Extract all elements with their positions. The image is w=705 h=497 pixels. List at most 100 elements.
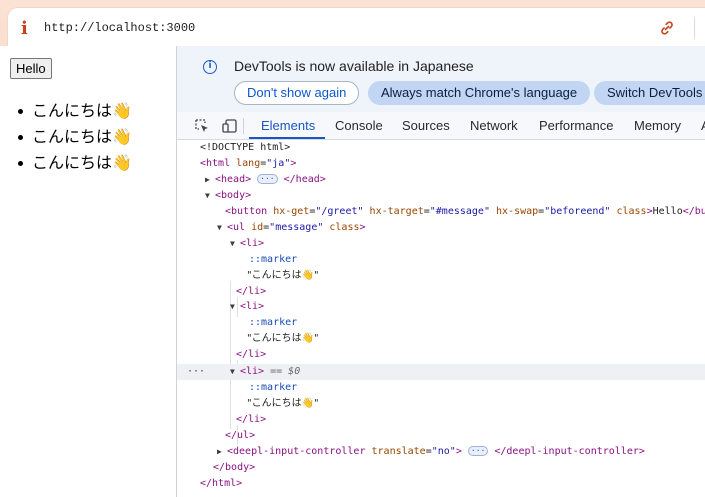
inspect-element-icon[interactable] [194, 118, 210, 134]
tag-text: <li> [240, 301, 265, 312]
list-item: こんにちは👋 [18, 124, 132, 150]
browser-window: i http://localhost:3000 Hello こんにちは👋 こんに… [0, 0, 705, 497]
dom-node-body-close[interactable]: </body> [177, 460, 705, 476]
content-area: Hello こんにちは👋 こんにちは👋 こんにちは👋 i DevTools is… [0, 46, 705, 497]
dom-node-li-close[interactable]: </li> [177, 412, 705, 428]
attr-value: "no" [431, 446, 456, 457]
node-actions-icon[interactable]: ··· [187, 364, 205, 380]
attr-name: translate [371, 446, 426, 457]
dom-node-li-close[interactable]: </li> [177, 347, 705, 363]
dom-node-li-close[interactable]: </li> [177, 284, 705, 300]
tab-separator [243, 118, 244, 134]
dom-node-marker[interactable]: ::marker [177, 380, 705, 396]
dom-node-html-close[interactable]: </html> [177, 476, 705, 492]
attr-value: "beforeend" [544, 206, 611, 217]
expand-triangle-icon[interactable]: ▶ [217, 444, 227, 460]
language-infobar: i DevTools is now available in Japanese … [177, 46, 705, 112]
info-circle-icon: i [203, 60, 217, 74]
collapse-triangle-icon[interactable]: ▼ [230, 236, 240, 252]
toolbar-divider [694, 17, 695, 39]
address-bar[interactable]: i http://localhost:3000 [8, 8, 705, 48]
collapsed-ellipsis[interactable]: ··· [257, 174, 278, 184]
tag-text: <deepl-input-controller [227, 446, 366, 457]
dom-node-doctype[interactable]: <!DOCTYPE html> [177, 140, 705, 156]
text-node: "こんにちは👋" [247, 270, 319, 281]
dom-text-node[interactable]: "こんにちは👋" [177, 396, 705, 412]
tab-network[interactable]: Network [470, 118, 518, 133]
infobar-message: DevTools is now available in Japanese [234, 58, 474, 74]
collapse-triangle-icon[interactable]: ▼ [217, 220, 227, 236]
dont-show-again-button[interactable]: Don't show again [234, 81, 360, 105]
link-icon[interactable] [659, 20, 675, 36]
attr-name: hx-get [273, 206, 310, 217]
tag-text: <head> [215, 174, 252, 185]
dom-node-li[interactable]: ▼ <li> [177, 236, 705, 252]
tag-text: </li> [236, 286, 267, 297]
dom-node-li[interactable]: ▼ <li> [177, 299, 705, 315]
selected-node-marker: == $0 [270, 366, 301, 377]
tag-text: </ul> [225, 430, 256, 441]
dom-node-ul[interactable]: ▼ <ul id="message" class> [177, 220, 705, 236]
dom-node-li-selected[interactable]: ··· ▼ <li> == $0 [177, 364, 705, 380]
dom-node-head[interactable]: ▶ <head> ··· </head> [177, 172, 705, 188]
list-item: こんにちは👋 [18, 150, 132, 176]
text-node: "こんにちは👋" [247, 398, 319, 409]
attr-value: "message" [269, 222, 324, 233]
url-text[interactable]: http://localhost:3000 [44, 21, 195, 35]
text-node: "こんにちは👋" [247, 333, 319, 344]
devtools-tabbar: Elements Console Sources Network Perform… [177, 112, 705, 140]
dom-node-body[interactable]: ▼ <body> [177, 188, 705, 204]
dom-node-button[interactable]: <button hx-get="/greet" hx-target="#mess… [177, 204, 705, 220]
expand-triangle-icon[interactable]: ▶ [205, 172, 215, 188]
tag-text: <li> [240, 238, 265, 249]
attr-name: hx-target [369, 206, 424, 217]
tag-text: <li> [240, 366, 265, 377]
page-viewport: Hello こんにちは👋 こんにちは👋 こんにちは👋 [0, 46, 176, 497]
info-icon[interactable]: i [21, 18, 28, 39]
tab-performance[interactable]: Performance [539, 118, 613, 133]
pseudo-element: ::marker [249, 382, 298, 393]
tag-text: </li> [236, 349, 267, 360]
tag-text: </body> [213, 462, 256, 473]
device-toolbar-icon[interactable] [222, 118, 238, 134]
attr-name: class [329, 222, 360, 233]
tag-text: </button> [682, 206, 705, 217]
list-item: こんにちは👋 [18, 98, 132, 124]
dom-node-html[interactable]: <html lang="ja"> [177, 156, 705, 172]
tag-text: </head> [283, 174, 326, 185]
hello-button[interactable]: Hello [10, 58, 52, 79]
collapse-triangle-icon[interactable]: ▼ [205, 188, 215, 204]
active-tab-indicator [249, 137, 325, 139]
dom-node-ul-close[interactable]: </ul> [177, 428, 705, 444]
tag-text: </html> [200, 478, 243, 489]
doctype-text: <!DOCTYPE html> [200, 142, 291, 153]
attr-name: lang [236, 158, 261, 169]
attr-value: "ja" [266, 158, 291, 169]
dom-text-node[interactable]: "こんにちは👋" [177, 268, 705, 284]
attr-value: "/greet" [315, 206, 364, 217]
switch-devtools-button[interactable]: Switch DevTools [594, 81, 705, 105]
tab-sources[interactable]: Sources [402, 118, 450, 133]
attr-value: "#message" [429, 206, 490, 217]
collapse-triangle-icon[interactable]: ▼ [230, 364, 240, 380]
tab-elements[interactable]: Elements [261, 118, 315, 133]
collapse-triangle-icon[interactable]: ▼ [230, 299, 240, 315]
attr-name: class [616, 206, 647, 217]
pseudo-element: ::marker [249, 317, 298, 328]
tag-text: <button [225, 206, 268, 217]
dom-node-marker[interactable]: ::marker [177, 252, 705, 268]
tag-text: <html [200, 158, 231, 169]
tag-text: </li> [236, 414, 267, 425]
tag-text: </deepl-input-controller> [494, 446, 645, 457]
text-node: Hello [652, 206, 683, 217]
dom-text-node[interactable]: "こんにちは👋" [177, 331, 705, 347]
always-match-language-button[interactable]: Always match Chrome's language [368, 81, 591, 105]
tab-memory[interactable]: Memory [634, 118, 681, 133]
dom-node-deepl[interactable]: ▶ <deepl-input-controller translate="no">… [177, 444, 705, 460]
collapsed-ellipsis[interactable]: ··· [467, 446, 489, 456]
elements-dom-tree: <!DOCTYPE html> <html lang="ja"> ▶ <head>… [177, 140, 705, 497]
message-list: こんにちは👋 こんにちは👋 こんにちは👋 [18, 98, 132, 176]
tab-more[interactable]: A [701, 118, 705, 133]
dom-node-marker[interactable]: ::marker [177, 315, 705, 331]
tab-console[interactable]: Console [335, 118, 383, 133]
